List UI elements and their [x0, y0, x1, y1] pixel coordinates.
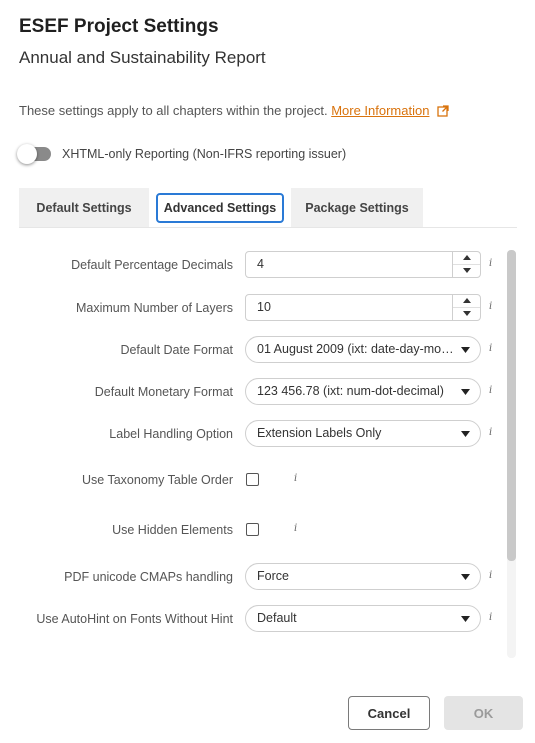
- max-layers-input[interactable]: 10: [245, 294, 481, 321]
- info-icon[interactable]: i: [489, 427, 492, 438]
- settings-tabs: Default Settings Advanced Settings Packa…: [19, 188, 423, 228]
- label-handling-value: Extension Labels Only: [257, 426, 382, 440]
- taxonomy-order-label: Use Taxonomy Table Order: [81, 473, 233, 487]
- chevron-down-icon: [462, 311, 471, 317]
- hidden-elements-label: Use Hidden Elements: [112, 523, 233, 537]
- increment-button[interactable]: [453, 295, 480, 308]
- info-text: These settings apply to all chapters wit…: [19, 103, 328, 118]
- tab-package-settings[interactable]: Package Settings: [291, 188, 423, 228]
- tab-default-settings[interactable]: Default Settings: [19, 188, 149, 228]
- max-layers-stepper: [452, 295, 480, 320]
- info-icon[interactable]: i: [294, 523, 297, 534]
- tab-advanced-settings[interactable]: Advanced Settings: [149, 188, 291, 228]
- chevron-up-icon: [462, 255, 471, 261]
- label-handling-label: Label Handling Option: [109, 427, 233, 441]
- pct-decimals-input[interactable]: 4: [245, 251, 481, 278]
- dialog-subtitle: Annual and Sustainability Report: [19, 48, 266, 67]
- cancel-button[interactable]: Cancel: [348, 696, 430, 730]
- pct-decimals-label: Default Percentage Decimals: [71, 258, 233, 272]
- increment-button[interactable]: [453, 252, 480, 265]
- chevron-down-icon: [461, 431, 470, 437]
- pct-decimals-value: 4: [257, 257, 264, 271]
- info-icon[interactable]: i: [489, 301, 492, 312]
- chevron-up-icon: [462, 298, 471, 304]
- info-icon[interactable]: i: [489, 258, 492, 269]
- max-layers-value: 10: [257, 300, 271, 314]
- date-format-label: Default Date Format: [120, 343, 233, 357]
- monetary-format-row: Default Monetary Format 123 456.78 (ixt:…: [19, 378, 499, 406]
- chevron-down-icon: [461, 574, 470, 580]
- scrollbar-thumb[interactable]: [507, 250, 516, 561]
- label-handling-select[interactable]: Extension Labels Only: [245, 420, 481, 447]
- pdf-cmaps-label: PDF unicode CMAPs handling: [64, 570, 233, 584]
- info-icon[interactable]: i: [489, 343, 492, 354]
- info-line: These settings apply to all chapters wit…: [19, 103, 449, 118]
- max-layers-row: Maximum Number of Layers 10 i: [19, 294, 499, 322]
- taxonomy-order-row: Use Taxonomy Table Order i: [19, 466, 499, 494]
- pct-decimals-stepper: [452, 252, 480, 277]
- tab-label: Default Settings: [36, 201, 132, 215]
- ok-button[interactable]: OK: [444, 696, 523, 730]
- hidden-elements-checkbox[interactable]: [246, 523, 259, 536]
- chevron-down-icon: [461, 389, 470, 395]
- tab-label: Advanced Settings: [155, 193, 285, 223]
- date-format-select[interactable]: 01 August 2009 (ixt: date-day-mon…: [245, 336, 481, 363]
- panel-scrollbar[interactable]: [507, 250, 516, 658]
- chevron-down-icon: [461, 347, 470, 353]
- toggle-knob: [17, 144, 37, 164]
- info-icon[interactable]: i: [489, 612, 492, 623]
- more-information-link[interactable]: More Information: [331, 103, 429, 118]
- external-link-icon[interactable]: [437, 105, 449, 117]
- info-icon[interactable]: i: [489, 385, 492, 396]
- autohint-select[interactable]: Default: [245, 605, 481, 632]
- decrement-button[interactable]: [453, 308, 480, 321]
- tab-label: Package Settings: [305, 201, 409, 215]
- info-icon[interactable]: i: [489, 570, 492, 581]
- pdf-cmaps-value: Force: [257, 569, 289, 583]
- hidden-elements-row: Use Hidden Elements i: [19, 516, 499, 544]
- autohint-row: Use AutoHint on Fonts Without Hint Defau…: [19, 605, 499, 633]
- chevron-down-icon: [461, 616, 470, 622]
- label-handling-row: Label Handling Option Extension Labels O…: [19, 420, 499, 448]
- chevron-down-icon: [462, 268, 471, 274]
- pdf-cmaps-row: PDF unicode CMAPs handling Force i: [19, 563, 499, 591]
- monetary-format-value: 123 456.78 (ixt: num-dot-decimal): [257, 384, 444, 398]
- monetary-format-label: Default Monetary Format: [94, 385, 233, 399]
- dialog-title: ESEF Project Settings: [19, 16, 219, 37]
- autohint-value: Default: [257, 611, 297, 625]
- taxonomy-order-checkbox[interactable]: [246, 473, 259, 486]
- pdf-cmaps-select[interactable]: Force: [245, 563, 481, 590]
- date-format-row: Default Date Format 01 August 2009 (ixt:…: [19, 336, 499, 364]
- autohint-label: Use AutoHint on Fonts Without Hint: [36, 612, 233, 626]
- max-layers-label: Maximum Number of Layers: [76, 301, 233, 315]
- info-icon[interactable]: i: [294, 473, 297, 484]
- xhtml-only-toggle[interactable]: [17, 144, 51, 164]
- date-format-value: 01 August 2009 (ixt: date-day-mon…: [257, 342, 455, 356]
- advanced-settings-panel: Default Percentage Decimals 4 i Maximum …: [19, 228, 517, 659]
- xhtml-only-label: XHTML-only Reporting (Non-IFRS reporting…: [62, 147, 347, 161]
- monetary-format-select[interactable]: 123 456.78 (ixt: num-dot-decimal): [245, 378, 481, 405]
- decrement-button[interactable]: [453, 265, 480, 278]
- xhtml-only-toggle-row: XHTML-only Reporting (Non-IFRS reporting…: [17, 144, 347, 164]
- pct-decimals-row: Default Percentage Decimals 4 i: [19, 251, 499, 279]
